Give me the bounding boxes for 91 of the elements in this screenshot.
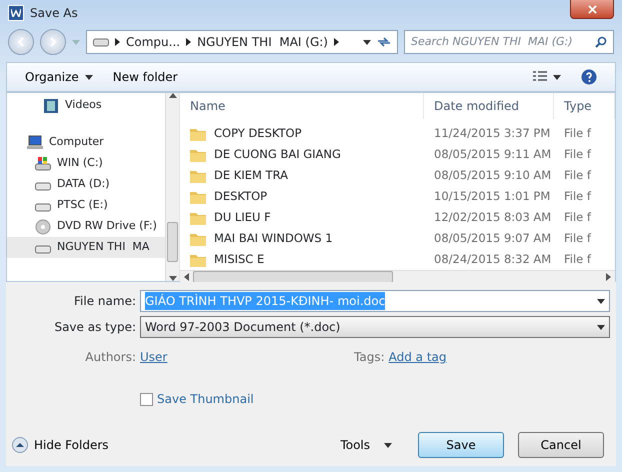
disc-icon <box>35 218 51 234</box>
list-view-icon <box>533 71 547 83</box>
table-cell-text: File f <box>563 250 592 268</box>
sidebar-item[interactable]: DVD RW Drive (F:) <box>7 216 165 237</box>
file-name-cell[interactable]: MAI BAI WINDOWS 1 <box>180 228 424 249</box>
sidebar-item[interactable]: PTSC (E:) <box>7 195 165 216</box>
table-cell-text: 10/15/2015 1:01 PM <box>433 188 552 205</box>
folder-icon <box>190 232 206 246</box>
folder-icon <box>190 210 206 224</box>
window-title: Save As <box>30 5 78 22</box>
folder-icon <box>190 148 206 162</box>
drive-icon <box>35 156 51 172</box>
thumbnail-checkbox[interactable] <box>140 392 153 406</box>
table-cell-text: 11/24/2015 3:37 PM <box>433 124 552 142</box>
field-label: File name: <box>73 293 136 310</box>
authors-link[interactable]: User <box>140 348 350 366</box>
field-label: Authors: <box>84 349 136 366</box>
table-cell-text: 12/02/2015 8:03 AM <box>433 208 552 226</box>
caret-icon <box>597 324 605 330</box>
caret-icon <box>597 298 605 304</box>
column-header[interactable]: Date modified <box>424 93 554 119</box>
scroll-right-icon <box>606 273 611 281</box>
breadcrumb[interactable]: Compu... <box>126 33 180 51</box>
computer-icon <box>27 134 43 150</box>
forward-button[interactable] <box>40 29 66 55</box>
table-cell-text: 08/05/2015 9:10 AM <box>433 166 552 184</box>
table-cell-text: File f <box>563 230 592 247</box>
column-header[interactable]: Name <box>180 93 424 119</box>
table-cell-text: File f <box>563 188 592 205</box>
sidebar-item[interactable]: Computer <box>7 132 165 153</box>
sidebar-item[interactable]: WIN (C:) <box>7 153 165 174</box>
tools-button[interactable]: Tools <box>340 436 392 454</box>
address-bar[interactable]: Compu... NGUYEN THI MAI (G:) <box>86 30 398 54</box>
table-cell-text: 08/05/2015 9:11 AM <box>433 146 552 163</box>
sidebar-item[interactable]: Videos <box>7 95 165 116</box>
file-name-cell[interactable]: DE KIEM TRA <box>180 165 424 186</box>
sidebar-item[interactable]: NGUYEN THI MA <box>7 237 165 258</box>
file-name-cell[interactable]: MISISC E <box>180 249 424 270</box>
file-name-cell[interactable]: DE CUONG BAI GIANG <box>180 144 424 165</box>
breadcrumb[interactable]: NGUYEN THI MAI (G:) <box>197 33 328 51</box>
collapse-icon <box>12 437 28 453</box>
close-icon <box>588 5 596 14</box>
view-button[interactable] <box>533 71 561 83</box>
back-button[interactable] <box>8 29 34 55</box>
close-button[interactable] <box>570 0 614 19</box>
folder-icon <box>190 190 206 204</box>
drive-icon <box>93 37 109 47</box>
search-icon <box>595 36 607 48</box>
new-folder-button[interactable]: New folder <box>112 68 178 86</box>
field-label: Save as type: <box>53 319 136 336</box>
field-label: Tags: <box>354 349 385 366</box>
folder-icon <box>190 168 206 182</box>
table-cell-text: File f <box>563 146 592 163</box>
table-cell-text: File f <box>563 166 592 184</box>
chevron-icon <box>186 38 192 46</box>
scrollbar[interactable] <box>165 93 179 281</box>
scroll-thumb[interactable] <box>193 271 393 283</box>
search-field[interactable]: Search NGUYEN THI MAI (G:) <box>404 30 614 54</box>
add-tag-link[interactable]: Add a tag <box>388 348 446 366</box>
column-header[interactable]: Type <box>554 93 615 119</box>
help-button[interactable] <box>581 69 597 85</box>
sidebar-item[interactable]: DATA (D:) <box>7 174 165 195</box>
save-button[interactable]: Save <box>418 432 504 458</box>
file-name-cell[interactable]: COPY DESKTOP <box>180 123 424 144</box>
chevron-icon <box>115 38 120 46</box>
checkbox-label: Save Thumbnail <box>157 391 254 408</box>
caret-icon <box>553 74 561 80</box>
dropdown-caret-icon <box>72 40 80 44</box>
table-cell-text: 08/05/2015 9:07 AM <box>433 230 552 247</box>
help-icon <box>581 69 597 85</box>
hide-folders-button[interactable]: Hide Folders <box>12 436 109 454</box>
organize-button[interactable]: Organize <box>25 68 93 86</box>
table-cell-text: File f <box>563 124 592 142</box>
folder-icon <box>190 126 206 140</box>
file-type-dropdown[interactable]: Word 97-2003 Document (*.doc) <box>140 316 610 338</box>
file-name-cell[interactable]: DU LIEU F <box>180 207 424 228</box>
file-name-cell[interactable]: DESKTOP <box>180 186 424 207</box>
table-cell-text: 08/24/2015 8:32 AM <box>433 250 552 268</box>
caret-icon <box>84 74 93 80</box>
table-cell-text: File f <box>563 208 592 226</box>
caret-icon <box>384 442 392 448</box>
chevron-icon <box>334 38 339 46</box>
w-glyph-icon <box>11 9 21 17</box>
scroll-thumb[interactable] <box>167 222 178 262</box>
refresh-icon <box>377 36 391 48</box>
film-icon <box>43 98 59 114</box>
caret-icon <box>363 40 371 44</box>
scroll-left-icon <box>184 273 189 281</box>
folder-icon <box>190 252 206 266</box>
cancel-button[interactable]: Cancel <box>518 432 604 458</box>
horizontal-scrollbar[interactable] <box>180 270 615 283</box>
